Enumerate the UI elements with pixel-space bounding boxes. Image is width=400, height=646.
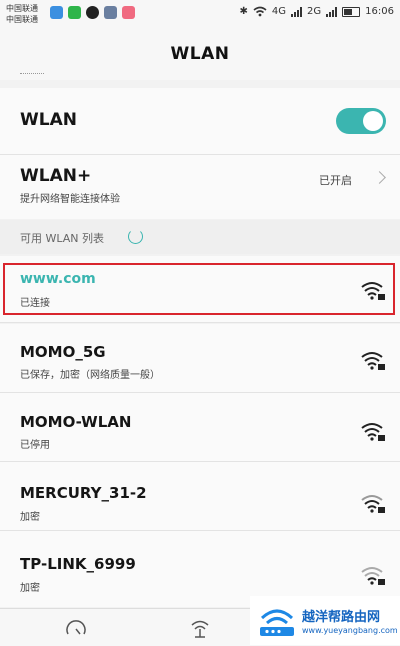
- wifi-lock-icon: [361, 495, 385, 513]
- wifi-lock-icon: [361, 282, 385, 300]
- network-type-2: 2G: [307, 6, 322, 17]
- signal-2-icon: [326, 6, 338, 17]
- watermark-title: 越洋帮路由网: [302, 610, 381, 625]
- wlan-plus-subtitle: 提升网络智能连接体验: [20, 194, 120, 205]
- network-ssid: MERCURY_31-2: [20, 484, 147, 502]
- gallery-app-icon: [104, 6, 117, 19]
- scrolled-item-fragment: [20, 73, 44, 77]
- wechat-app-icon: [68, 6, 81, 19]
- wifi-lock-icon: [361, 567, 385, 585]
- system-status: ✱ 4G 2G 16:06: [240, 6, 394, 17]
- page-title: WLAN: [0, 28, 400, 80]
- wifi-lock-icon: [361, 352, 385, 370]
- network-status: 加密: [20, 583, 40, 594]
- messages-app-icon: [50, 6, 63, 19]
- wlan-plus-status: 已开启: [319, 174, 352, 187]
- notification-icons: [50, 6, 135, 19]
- carrier-info: 中国联通 中国联通: [6, 3, 38, 25]
- wlan-label: WLAN: [20, 110, 77, 130]
- wlan-plus-label: WLAN+: [20, 166, 92, 186]
- available-networks-title: 可用 WLAN 列表: [20, 232, 105, 245]
- network-item-momo-5g[interactable]: MOMO_5G 已保存，加密（网络质量一般）: [0, 324, 400, 392]
- available-networks-header: 可用 WLAN 列表: [0, 220, 400, 254]
- divider: [0, 322, 400, 323]
- wifi-scan-icon[interactable]: [188, 617, 212, 639]
- carrier-2: 中国联通: [6, 15, 38, 24]
- network-ssid: TP-LINK_6999: [20, 555, 136, 573]
- carrier-1: 中国联通: [6, 4, 38, 13]
- network-ssid: MOMO-WLAN: [20, 413, 132, 431]
- watermark-url: www.yueyangbang.com: [302, 626, 398, 635]
- network-status: 加密: [20, 512, 40, 523]
- network-item-mercury[interactable]: MERCURY_31-2 加密: [0, 462, 400, 530]
- network-status: 已停用: [20, 440, 50, 451]
- network-type-1: 4G: [271, 6, 287, 17]
- wlan-switch[interactable]: [336, 108, 386, 134]
- wifi-status-icon: [253, 6, 267, 17]
- selected-network-highlight: [3, 263, 395, 315]
- qq-app-icon: [86, 6, 99, 19]
- wifi-lock-icon: [361, 423, 385, 441]
- battery-icon: [342, 6, 361, 17]
- network-status: 已保存，加密（网络质量一般）: [20, 370, 160, 381]
- network-item-momo-wlan[interactable]: MOMO-WLAN 已停用: [0, 393, 400, 461]
- router-logo-icon: [260, 609, 294, 636]
- watermark-logo: 越洋帮路由网 www.yueyangbang.com: [250, 596, 400, 645]
- loading-spinner-icon: [128, 229, 143, 244]
- switch-knob: [363, 111, 383, 131]
- status-bar: 中国联通 中国联通 ✱ 4G 2G 16:06: [0, 0, 400, 28]
- clock: 16:06: [365, 6, 394, 17]
- speed-test-icon[interactable]: [64, 617, 88, 639]
- signal-1-icon: [291, 6, 303, 17]
- weibo-app-icon: [122, 6, 135, 19]
- bluetooth-icon: ✱: [239, 6, 248, 17]
- network-ssid: MOMO_5G: [20, 343, 106, 361]
